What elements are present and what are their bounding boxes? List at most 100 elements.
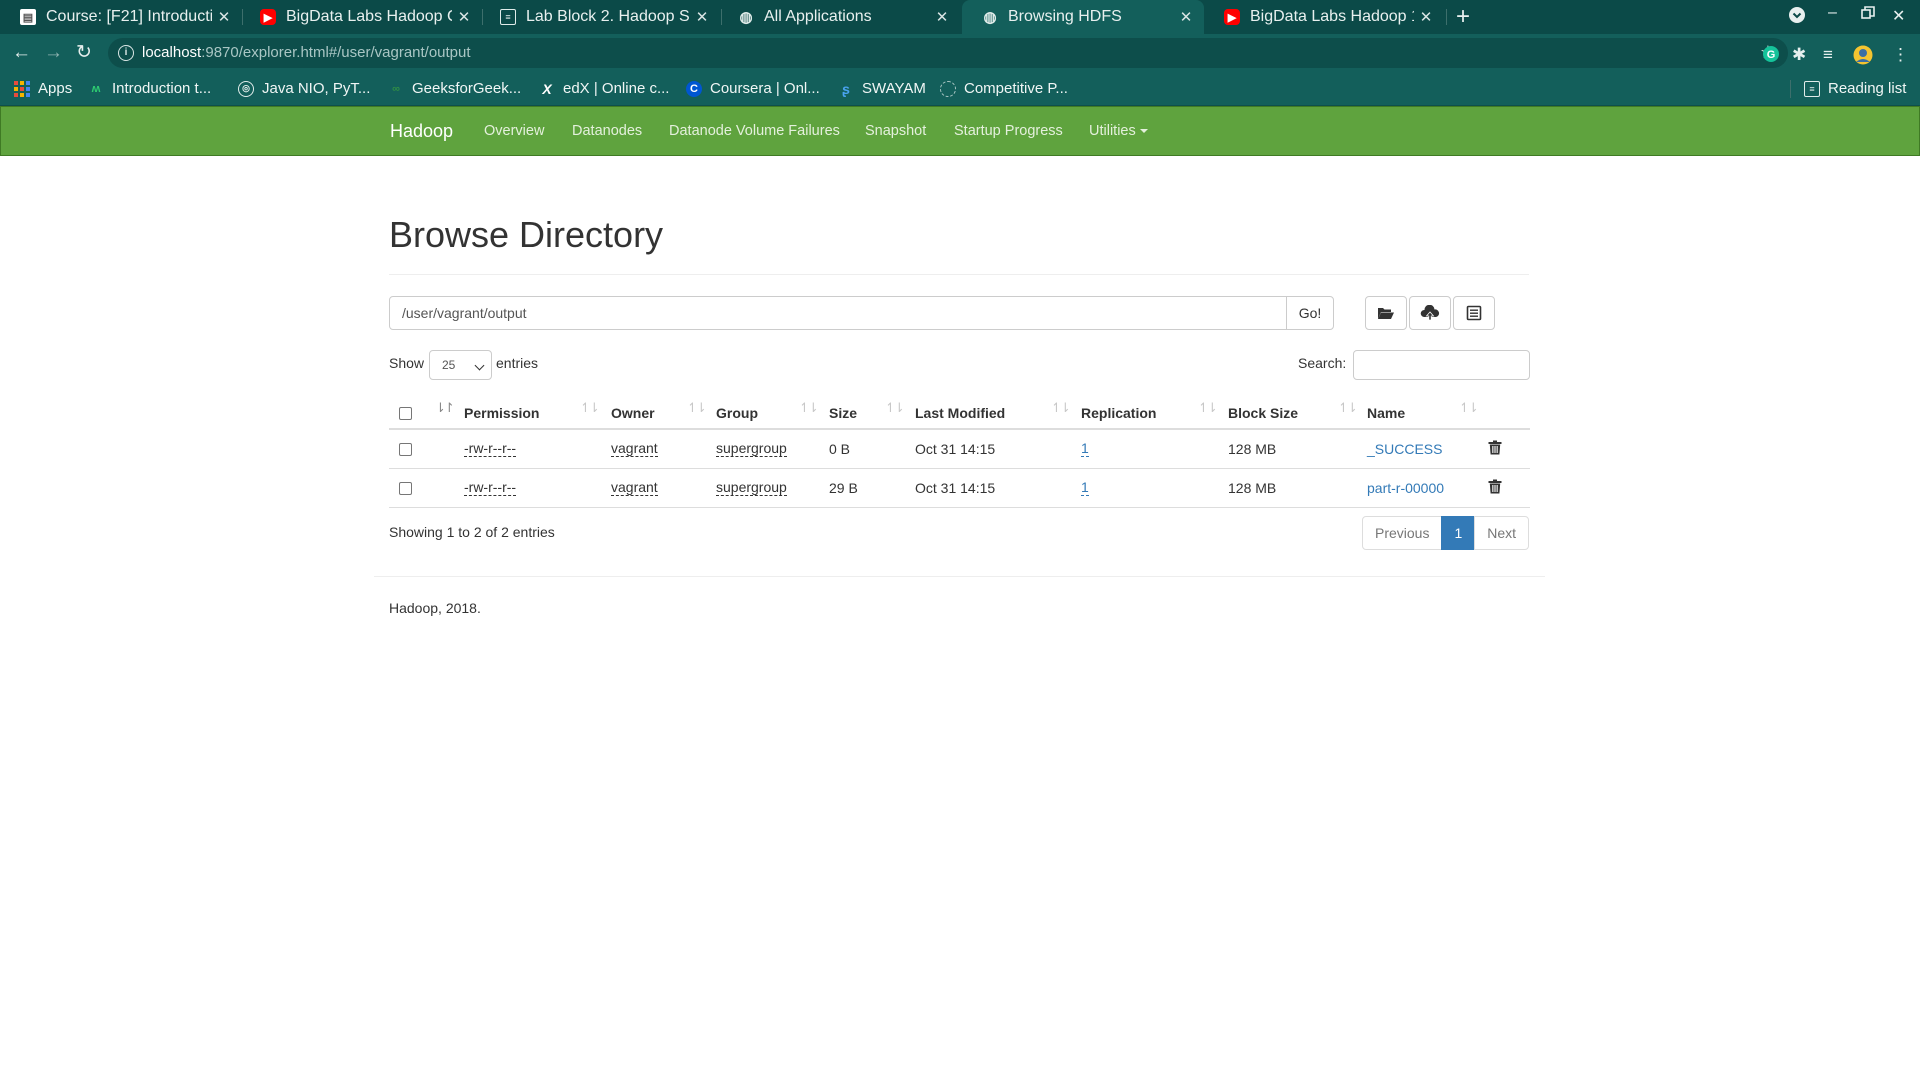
bookmarks-bar: Apps ʍ Introduction t... ◎ Java NIO, PyT…	[0, 72, 1920, 106]
reload-icon[interactable]: ↻	[76, 42, 92, 64]
browser-tab[interactable]: ≡ Lab Block 2. Hadoop Setti ✕	[480, 0, 720, 34]
file-name-link[interactable]: _SUCCESS	[1367, 441, 1442, 457]
column-header-size[interactable]: Size	[829, 405, 857, 421]
replication-cell[interactable]: 1	[1081, 480, 1089, 496]
media-queue-icon[interactable]: ≡	[1823, 45, 1833, 65]
entries-per-page-select[interactable]: 25	[429, 350, 492, 380]
close-icon[interactable]: ✕	[1414, 8, 1438, 26]
create-directory-button[interactable]	[1365, 296, 1407, 330]
column-header-replication[interactable]: Replication	[1081, 405, 1156, 421]
search-label: Search:	[1298, 355, 1347, 371]
column-header-name[interactable]: Name	[1367, 405, 1405, 421]
nav-snapshot[interactable]: Snapshot	[865, 123, 926, 139]
bookmark-label: SWAYAM	[862, 80, 926, 97]
previous-page-button[interactable]: Previous	[1362, 516, 1443, 550]
entries-label: entries	[496, 355, 539, 371]
address-bar[interactable]: i localhost:9870/explorer.html#/user/vag…	[108, 38, 1788, 68]
row-checkbox[interactable]	[399, 482, 412, 495]
browser-tab[interactable]: ▤ Course: [F21] Introductio ✕	[0, 0, 242, 34]
hadoop-navbar: Hadoop Overview Datanodes Datanode Volum…	[0, 106, 1920, 156]
bookmark-item[interactable]: ∞ GeeksforGeek...	[388, 80, 521, 97]
column-header-owner[interactable]: Owner	[611, 405, 655, 421]
replication-cell[interactable]: 1	[1081, 441, 1089, 457]
sort-icon[interactable]: ↿⇂	[799, 400, 819, 416]
permission-cell[interactable]: -rw-r--r--	[464, 441, 517, 457]
tab-search-icon[interactable]	[1788, 6, 1806, 29]
sort-icon[interactable]: ↿⇂	[580, 400, 600, 416]
nav-utilities-label: Utilities	[1089, 123, 1136, 139]
bookmark-item[interactable]: ʂ SWAYAM	[838, 80, 926, 97]
group-cell[interactable]: supergroup	[716, 480, 787, 496]
permission-cell[interactable]: -rw-r--r--	[464, 480, 517, 496]
nav-utilities-dropdown[interactable]: Utilities	[1089, 123, 1148, 139]
site-info-icon[interactable]: i	[118, 45, 134, 61]
bookmark-item[interactable]: X edX | Online c...	[539, 80, 669, 97]
bookmark-item[interactable]: Competitive P...	[940, 80, 1068, 97]
owner-cell[interactable]: vagrant	[611, 441, 658, 457]
row-checkbox[interactable]	[399, 443, 412, 456]
browser-tab-active[interactable]: ◍ Browsing HDFS ✕	[962, 0, 1204, 34]
page-1-button[interactable]: 1	[1441, 516, 1476, 550]
forward-arrow-icon[interactable]: →	[44, 42, 63, 64]
reading-list-button[interactable]: ≡ Reading list	[1804, 80, 1906, 97]
column-header-group[interactable]: Group	[716, 405, 758, 421]
column-header-block-size[interactable]: Block Size	[1228, 405, 1298, 421]
bookmark-item[interactable]: C Coursera | Onl...	[686, 80, 820, 97]
owner-cell[interactable]: vagrant	[611, 480, 658, 496]
column-header-permission[interactable]: Permission	[464, 405, 539, 421]
hadoop-brand[interactable]: Hadoop	[390, 121, 453, 142]
profile-avatar[interactable]	[1853, 45, 1873, 70]
bookmark-item[interactable]: ʍ Introduction t...	[88, 80, 212, 97]
close-icon[interactable]: ✕	[452, 8, 476, 26]
close-icon[interactable]: ✕	[690, 8, 714, 26]
list-alt-icon	[1466, 305, 1482, 321]
go-button[interactable]: Go!	[1286, 296, 1334, 330]
select-all-checkbox[interactable]	[399, 407, 412, 420]
upload-file-button[interactable]	[1409, 296, 1451, 330]
directory-path-input[interactable]	[389, 296, 1287, 330]
browser-tab[interactable]: ▶ BigData Labs Hadoop 1 - Y ✕	[1204, 0, 1444, 34]
sort-icon[interactable]: ↿⇂	[1459, 400, 1479, 416]
url-host: localhost	[142, 44, 202, 61]
new-tab-icon[interactable]: +	[1456, 3, 1470, 31]
close-icon[interactable]: ✕	[930, 8, 954, 26]
sort-icon[interactable]: ↿⇂	[687, 400, 707, 416]
group-cell[interactable]: supergroup	[716, 441, 787, 457]
window-close-icon[interactable]: ✕	[1892, 6, 1905, 26]
reading-list-label: Reading list	[1828, 80, 1907, 97]
search-input[interactable]	[1353, 350, 1530, 380]
sort-icon[interactable]: ↿⇂	[885, 400, 905, 416]
show-label: Show	[389, 355, 425, 371]
browser-menu-icon[interactable]: ⋮	[1892, 45, 1909, 65]
browser-tab[interactable]: ◍ All Applications ✕	[718, 0, 960, 34]
bookmark-item[interactable]: ◎ Java NIO, PyT...	[238, 80, 370, 97]
grammarly-extension-icon[interactable]: G	[1762, 45, 1780, 68]
next-page-button[interactable]: Next	[1474, 516, 1530, 550]
nav-datanode-volume-failures[interactable]: Datanode Volume Failures	[669, 123, 840, 139]
nav-overview[interactable]: Overview	[484, 123, 544, 139]
minimize-icon[interactable]: –	[1828, 4, 1837, 22]
sort-icon[interactable]: ↿⇂	[1338, 400, 1358, 416]
close-icon[interactable]: ✕	[1174, 8, 1198, 26]
extensions-puzzle-icon[interactable]: ✱	[1792, 45, 1806, 65]
column-header-last-modified[interactable]: Last Modified	[915, 405, 1005, 421]
sort-asc-icon[interactable]: ⇂↾	[435, 400, 455, 416]
trash-icon[interactable]	[1488, 440, 1502, 460]
cut-paste-button[interactable]	[1453, 296, 1495, 330]
sort-icon[interactable]: ↿⇂	[1198, 400, 1218, 416]
back-arrow-icon[interactable]: ←	[12, 42, 31, 64]
file-name-link[interactable]: part-r-00000	[1367, 480, 1444, 496]
bookmark-apps[interactable]: Apps	[14, 80, 72, 97]
trash-icon[interactable]	[1488, 479, 1502, 499]
restore-icon[interactable]	[1861, 6, 1875, 25]
nav-startup-progress[interactable]: Startup Progress	[954, 123, 1063, 139]
footer-text: Hadoop, 2018.	[389, 600, 481, 616]
browser-tab-strip: ▤ Course: [F21] Introductio ✕ ▶ BigData …	[0, 0, 1920, 34]
browser-tab[interactable]: ▶ BigData Labs Hadoop Clu ✕	[240, 0, 482, 34]
close-icon[interactable]: ✕	[212, 8, 236, 26]
sort-icon[interactable]: ↿⇂	[1051, 400, 1071, 416]
nav-datanodes[interactable]: Datanodes	[572, 123, 642, 139]
leaf-icon: ʍ	[91, 82, 101, 95]
pagination: Previous 1 Next	[1362, 516, 1530, 550]
youtube-icon: ▶	[260, 9, 276, 25]
